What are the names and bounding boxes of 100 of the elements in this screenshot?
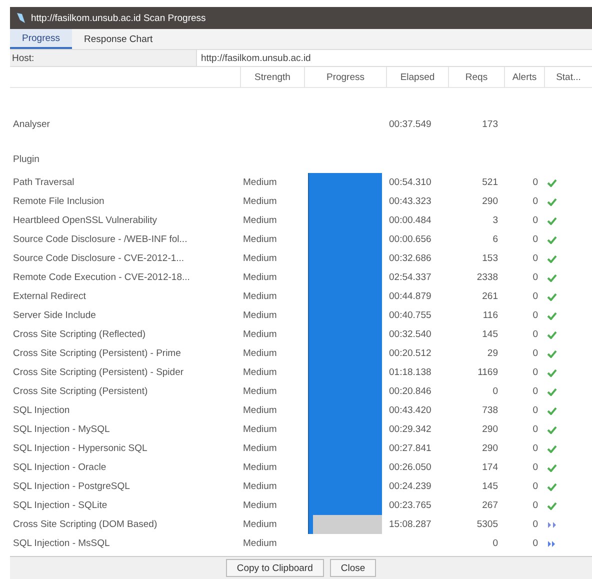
elapsed-cell-text: 00:00.656 bbox=[388, 233, 432, 247]
column-header[interactable]: Strength bbox=[240, 67, 304, 87]
alerts-cell-text: 0 bbox=[532, 195, 539, 209]
plugin-name: Heartbleed OpenSSL Vulnerability bbox=[12, 214, 158, 228]
strength-cell-text: Medium bbox=[242, 176, 278, 190]
plugin-name: SQL Injection - PostgreSQL bbox=[12, 480, 131, 494]
elapsed-cell-text: 00:27.841 bbox=[388, 442, 432, 456]
host-label: Host: bbox=[11, 52, 36, 66]
alerts-cell-text: 0 bbox=[532, 290, 539, 304]
alerts-cell-text: 0 bbox=[532, 404, 539, 418]
elapsed-cell-text: 02:54.337 bbox=[388, 271, 432, 285]
strength-cell-text: Medium bbox=[242, 385, 278, 399]
elapsed-cell-text: 00:24.239 bbox=[388, 480, 432, 494]
elapsed-cell-text: 00:43.323 bbox=[388, 195, 432, 209]
plugin-name: SQL Injection - MySQL bbox=[12, 423, 111, 437]
alerts-cell-text: 0 bbox=[532, 347, 539, 361]
reqs-cell-text: 521 bbox=[481, 176, 499, 190]
plugin-name: SQL Injection - SQLite bbox=[12, 499, 108, 513]
plugin-name: SQL Injection - MsSQL bbox=[12, 537, 111, 551]
reqs-cell-text: 5305 bbox=[476, 518, 499, 532]
tab[interactable]: Progress bbox=[10, 29, 72, 49]
reqs-cell-text: 0 bbox=[492, 385, 499, 399]
strength-cell-text: Medium bbox=[242, 347, 278, 361]
dialog-button[interactable]: Copy to Clipboard bbox=[226, 559, 324, 577]
alerts-cell-text: 0 bbox=[532, 271, 539, 285]
alerts-cell-text: 0 bbox=[532, 328, 539, 342]
reqs-cell-text: 153 bbox=[481, 252, 499, 266]
app-icon bbox=[16, 12, 26, 24]
alerts-cell-text: 0 bbox=[532, 423, 539, 437]
strength-cell-text: Medium bbox=[242, 328, 278, 342]
reqs-cell-text: 738 bbox=[481, 404, 499, 418]
strength-cell-text: Medium bbox=[242, 214, 278, 228]
alerts-cell-text: 0 bbox=[532, 499, 539, 513]
plugin-name: Cross Site Scripting (Persistent) - Spider bbox=[12, 366, 185, 380]
alerts-cell-text: 0 bbox=[532, 214, 539, 228]
strength-cell-text: Medium bbox=[242, 366, 278, 380]
column-header[interactable]: Progress bbox=[304, 67, 386, 87]
plugin-name: External Redirect bbox=[12, 290, 87, 304]
reqs-cell-text: 145 bbox=[481, 328, 499, 342]
elapsed-cell-text: 00:23.765 bbox=[388, 499, 432, 513]
alerts-cell-text: 0 bbox=[532, 461, 539, 475]
alerts-cell-text: 0 bbox=[532, 480, 539, 494]
strength-cell-text: Medium bbox=[242, 195, 278, 209]
strength-cell-text: Medium bbox=[242, 499, 278, 513]
reqs-cell-text: 2338 bbox=[476, 271, 499, 285]
host-field[interactable]: http://fasilkom.unsub.ac.id bbox=[196, 50, 592, 66]
reqs-cell-text: 290 bbox=[481, 442, 499, 456]
reqs-cell-text: 261 bbox=[481, 290, 499, 304]
elapsed-cell-text: 00:32.540 bbox=[388, 328, 432, 342]
strength-cell-text: Medium bbox=[242, 309, 278, 323]
plugin-name: Cross Site Scripting (Reflected) bbox=[12, 328, 147, 342]
dialog-button[interactable]: Close bbox=[330, 559, 376, 577]
alerts-cell-text: 0 bbox=[532, 309, 539, 323]
alerts-cell-text: 0 bbox=[532, 442, 539, 456]
plugin-name: Source Code Disclosure - /WEB-INF fol... bbox=[12, 233, 188, 247]
reqs-cell-text: 29 bbox=[486, 347, 499, 361]
alerts-cell-text: 0 bbox=[532, 518, 539, 532]
elapsed-cell-text: 00:37.549 bbox=[388, 118, 432, 132]
plugin-name: Server Side Include bbox=[12, 309, 97, 323]
elapsed-cell-text: 00:43.420 bbox=[388, 404, 432, 418]
strength-cell-text: Medium bbox=[242, 404, 278, 418]
strength-cell-text: Medium bbox=[242, 537, 278, 551]
elapsed-cell-text: 00:32.686 bbox=[388, 252, 432, 266]
column-header[interactable]: Reqs bbox=[448, 67, 504, 87]
elapsed-cell-text: 00:29.342 bbox=[388, 423, 432, 437]
plugin-name: Cross Site Scripting (DOM Based) bbox=[12, 518, 158, 532]
column-header[interactable]: Alerts bbox=[504, 67, 544, 87]
plugin-name: SQL Injection bbox=[12, 404, 71, 418]
elapsed-cell-text: 01:18.138 bbox=[388, 366, 432, 380]
column-header[interactable]: Elapsed bbox=[386, 67, 448, 87]
plugin-name: Source Code Disclosure - CVE-2012-1... bbox=[12, 252, 186, 266]
alerts-cell-text: 0 bbox=[532, 385, 539, 399]
elapsed-cell-text: 00:26.050 bbox=[388, 461, 432, 475]
tab[interactable]: Response Chart bbox=[72, 29, 165, 49]
strength-cell-text: Medium bbox=[242, 423, 278, 437]
reqs-cell-text: 290 bbox=[481, 423, 499, 437]
elapsed-cell-text: 00:40.755 bbox=[388, 309, 432, 323]
plugin-name: SQL Injection - Hypersonic SQL bbox=[12, 442, 148, 456]
elapsed-cell-text: 15:08.287 bbox=[388, 518, 432, 532]
reqs-cell-text: 116 bbox=[482, 309, 499, 323]
alerts-cell-text: 0 bbox=[532, 252, 539, 266]
reqs-cell-text: 6 bbox=[492, 233, 499, 247]
reqs-cell-text: 290 bbox=[481, 195, 499, 209]
reqs-cell-text: 1169 bbox=[476, 366, 499, 380]
strength-cell-text: Medium bbox=[242, 480, 278, 494]
column-header[interactable]: Stat... bbox=[544, 67, 592, 87]
reqs-cell-text: 173 bbox=[481, 118, 499, 132]
elapsed-cell-text: 00:00.484 bbox=[388, 214, 432, 228]
plugin-name: Remote Code Execution - CVE-2012-18... bbox=[12, 271, 191, 285]
reqs-cell-text: 3 bbox=[492, 214, 499, 228]
alerts-cell-text: 0 bbox=[532, 366, 539, 380]
strength-cell-text: Medium bbox=[242, 290, 278, 304]
plugin-name: Remote File Inclusion bbox=[12, 195, 106, 209]
elapsed-cell-text: 00:20.846 bbox=[388, 385, 432, 399]
plugin-name: Cross Site Scripting (Persistent) bbox=[12, 385, 149, 399]
analyser-name: Analyser bbox=[12, 118, 51, 132]
reqs-cell-text: 174 bbox=[481, 461, 499, 475]
elapsed-cell-text: 00:54.310 bbox=[388, 176, 432, 190]
window-title: http://fasilkom.unsub.ac.id Scan Progress bbox=[31, 12, 207, 24]
strength-cell-text: Medium bbox=[242, 461, 278, 475]
